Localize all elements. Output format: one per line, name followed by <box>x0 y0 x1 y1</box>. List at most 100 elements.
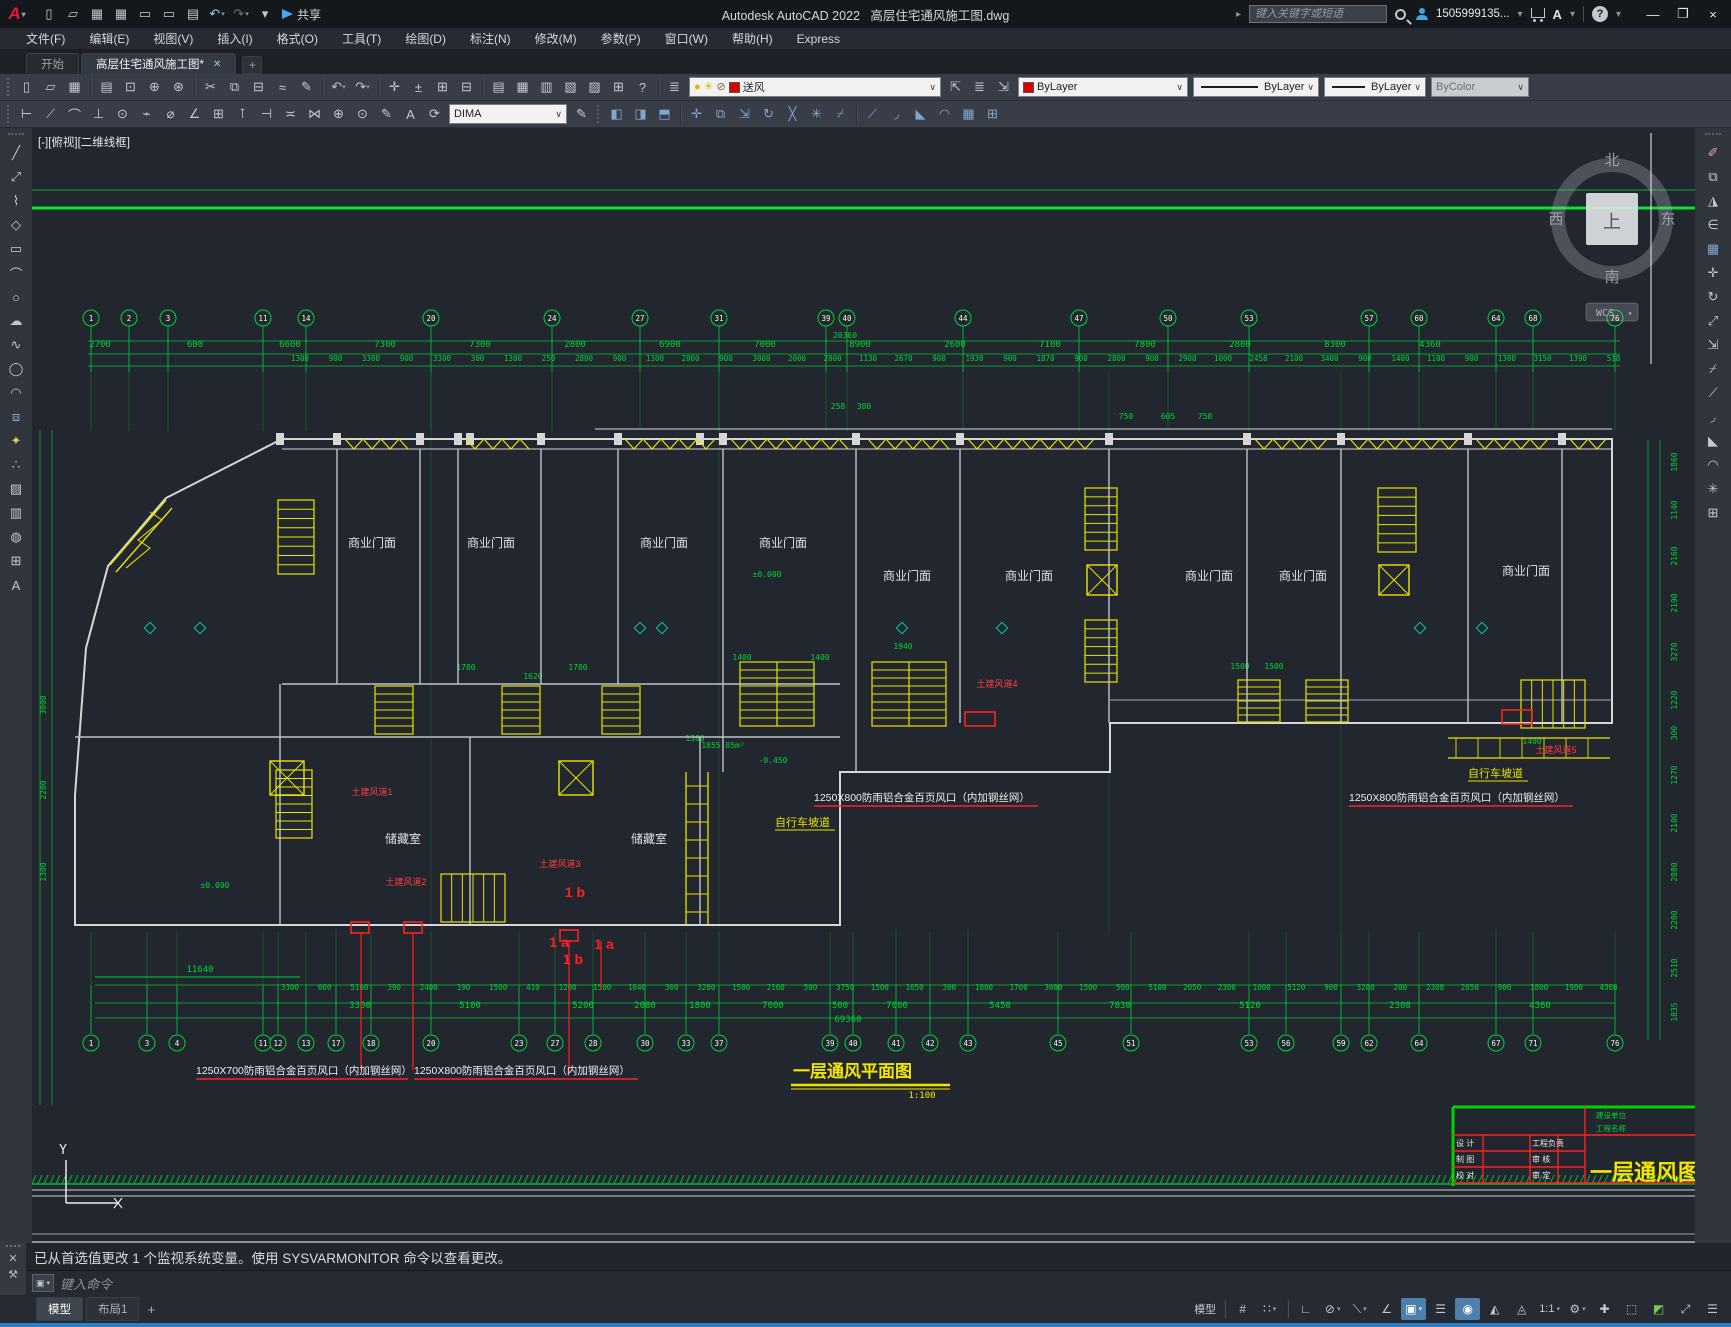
ordinate-dimension-icon[interactable]: ⊥ <box>87 103 110 125</box>
toolbar-grip[interactable] <box>7 105 11 123</box>
toolbar-grip[interactable] <box>1705 133 1721 137</box>
scale-icon[interactable]: ⤢ <box>1700 309 1726 333</box>
menu-视图V[interactable]: 视图(V) <box>141 28 205 49</box>
lineweight-icon[interactable]: ☰ <box>1428 1298 1453 1320</box>
gradient-icon[interactable]: ▥ <box>3 501 29 525</box>
workspace-switching-icon[interactable]: ⚙ ▾ <box>1565 1298 1590 1320</box>
point-icon[interactable]: ∴ <box>3 453 29 477</box>
chamfer-icon[interactable]: ◣ <box>909 103 932 125</box>
chevron-down-icon[interactable]: ∨ <box>1307 82 1314 93</box>
make-block-icon[interactable]: ✦ <box>3 429 29 453</box>
designcenter-icon[interactable]: ▦ <box>511 76 534 98</box>
mtext-icon[interactable]: A <box>3 573 29 597</box>
erase-icon[interactable]: ╳ <box>781 103 804 125</box>
menu-文件F[interactable]: 文件(F) <box>14 28 77 49</box>
aligned-dimension-icon[interactable]: ⟋ <box>39 103 62 125</box>
layer-combo[interactable]: ● ☀ ⊘ 送风 ∨ <box>689 77 941 97</box>
stretch-icon[interactable]: ⇲ <box>1700 333 1726 357</box>
lineweight-combo[interactable]: ByLayer ∨ <box>1324 77 1426 97</box>
file-tab[interactable]: 高层住宅通风施工图* ✕ <box>81 53 237 74</box>
object-snap-tracking-icon[interactable]: ∠ <box>1374 1298 1399 1320</box>
undo-icon[interactable]: ↶ ▾ <box>327 76 350 98</box>
spline-icon[interactable]: ∿ <box>3 333 29 357</box>
trim-icon[interactable]: ⌿ <box>1700 357 1726 381</box>
layer-previous-icon[interactable]: ⇲ <box>992 76 1015 98</box>
annotation-scale-button[interactable]: 1:1 ▾ <box>1536 1298 1563 1320</box>
insert-block-icon[interactable]: ⧈ <box>3 405 29 429</box>
help-icon[interactable]: ? <box>1591 6 1608 22</box>
menu-工具T[interactable]: 工具(T) <box>330 28 393 49</box>
plot-icon[interactable]: ▤ <box>182 4 204 24</box>
save-to-web-mobile-icon[interactable]: ▭ <box>158 4 180 24</box>
array-icon[interactable]: ▦ <box>1700 237 1726 261</box>
menu-插入I[interactable]: 插入(I) <box>205 28 264 49</box>
chamfer-icon[interactable]: ◣ <box>1700 429 1726 453</box>
command-tools-icon[interactable]: ⚒ <box>8 1268 18 1281</box>
zoom-realtime-icon[interactable]: ± <box>407 76 430 98</box>
undo-icon[interactable]: ↶ ▾ <box>206 4 228 24</box>
linear-dimension-icon[interactable]: ⊢ <box>15 103 38 125</box>
layout-tab-模型[interactable]: 模型 <box>36 1297 83 1321</box>
linetype-combo[interactable]: ByLayer ∨ <box>1193 77 1319 97</box>
region-icon[interactable]: ◍ <box>3 525 29 549</box>
match-properties-icon[interactable]: ≈ <box>271 76 294 98</box>
open-from-web-mobile-icon[interactable]: ▭ <box>134 4 156 24</box>
angular-dimension-icon[interactable]: ∠ <box>183 103 206 125</box>
minimize-button[interactable]: — <box>1639 3 1667 25</box>
clean-screen-icon[interactable]: ⤢ <box>1673 1298 1698 1320</box>
chevron-down-icon[interactable]: ∨ <box>1176 82 1183 93</box>
redo-icon[interactable]: ↷ ▾ <box>230 4 252 24</box>
layer-match-icon[interactable]: ≣ <box>968 76 991 98</box>
jogged-dimension-icon[interactable]: ⌁ <box>135 103 158 125</box>
polyline-icon[interactable]: ⌇ <box>3 189 29 213</box>
fillet-icon[interactable]: ◠ <box>1700 453 1726 477</box>
properties-palette-icon[interactable]: ▤ <box>487 76 510 98</box>
toolbar-grip[interactable] <box>8 133 24 137</box>
account-name[interactable]: 1505999135... <box>1436 8 1510 20</box>
zoom-previous-icon[interactable]: ⊟ <box>455 76 478 98</box>
revision-cloud-icon[interactable]: ☁ <box>3 309 29 333</box>
save-icon[interactable]: ▦ <box>86 4 108 24</box>
trim-icon[interactable]: ⌿ <box>829 103 852 125</box>
break-icon[interactable]: ◞ <box>885 103 908 125</box>
menu-修改M[interactable]: 修改(M) <box>523 28 589 49</box>
quick-dimension-icon[interactable]: ⊞ <box>207 103 230 125</box>
menu-绘图D[interactable]: 绘图(D) <box>393 28 458 49</box>
new-drawing-tab-button[interactable]: + <box>242 56 263 74</box>
explode-icon[interactable]: ✳ <box>805 103 828 125</box>
array-icon[interactable]: ▦ <box>957 103 980 125</box>
layer-properties-icon[interactable]: ≣ <box>663 76 686 98</box>
erase-icon[interactable]: ✐ <box>1700 141 1726 165</box>
chevron-down-icon[interactable]: ∨ <box>1414 82 1421 93</box>
markup-set-manager-icon[interactable]: ▨ <box>583 76 606 98</box>
dimension-edit-icon[interactable]: ✎ <box>375 103 398 125</box>
publish-icon[interactable]: ⊕ <box>143 76 166 98</box>
annotation-visibility-icon[interactable]: ◉ <box>1455 1298 1481 1320</box>
hatch-icon[interactable]: ▨ <box>3 477 29 501</box>
move-icon[interactable]: ✛ <box>1700 261 1726 285</box>
annotation-autoscale-icon[interactable]: ◭ <box>1482 1298 1507 1320</box>
break-icon[interactable]: ◞ <box>1700 405 1726 429</box>
search-collapse-icon[interactable]: ▸ <box>1236 9 1241 20</box>
toolbar-grip[interactable] <box>597 105 601 123</box>
pan-icon[interactable]: ✛ <box>383 76 406 98</box>
polar-tracking-icon[interactable]: ⊘ ▾ <box>1320 1298 1345 1320</box>
diameter-dimension-icon[interactable]: ⌀ <box>159 103 182 125</box>
fillet-icon[interactable]: ◠ <box>933 103 956 125</box>
extend-icon[interactable]: ⟋ <box>1700 381 1726 405</box>
qsave-icon[interactable]: ▦ <box>63 76 86 98</box>
plot-icon[interactable]: ▤ <box>95 76 118 98</box>
isodraft-icon[interactable]: ⟍ ▾ <box>1347 1298 1372 1320</box>
rotate-icon[interactable]: ↻ <box>757 103 780 125</box>
rotate-icon[interactable]: ↻ <box>1700 285 1726 309</box>
autodesk-apps-icon[interactable]: A <box>1553 7 1562 22</box>
construction-line-icon[interactable]: ⤢ <box>3 165 29 189</box>
app-menu-button[interactable]: A ▾ <box>4 3 30 25</box>
explode-icon[interactable]: ✳ <box>1700 477 1726 501</box>
grid-display-icon[interactable]: # <box>1230 1298 1255 1320</box>
ortho-mode-icon[interactable]: ∟ <box>1293 1298 1318 1320</box>
menu-Express[interactable]: Express <box>785 30 852 48</box>
make-current-layer-icon[interactable]: ⇱ <box>944 76 967 98</box>
continue-dimension-icon[interactable]: ⊣ <box>255 103 278 125</box>
model-space-button[interactable]: 模型 <box>1191 1298 1219 1320</box>
